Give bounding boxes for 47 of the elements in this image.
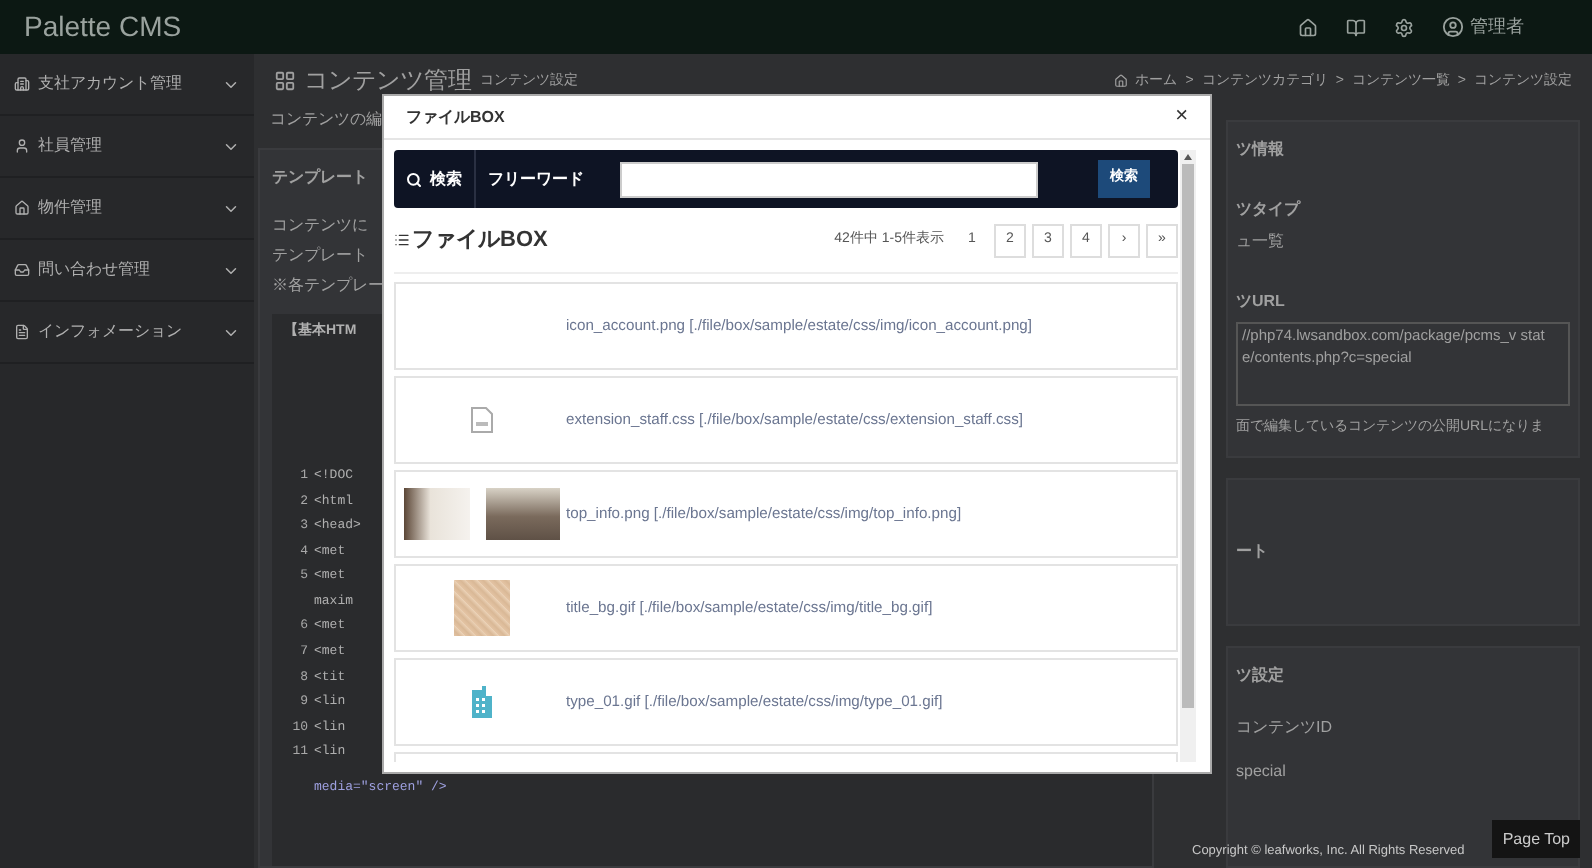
user-icon[interactable] — [1442, 16, 1464, 38]
list-icon — [394, 232, 410, 248]
page-top-button[interactable]: Page Top — [1492, 820, 1580, 858]
description-text: コンテンツに — [272, 214, 368, 238]
sidebar-icon — [14, 76, 30, 92]
close-button[interactable]: × — [1175, 106, 1188, 128]
grid-icon — [274, 70, 296, 92]
user-name[interactable]: 管理者 — [1470, 13, 1524, 41]
sidebar-item[interactable]: 社員管理 — [0, 116, 254, 178]
panel-title: テンプレート — [272, 166, 368, 190]
list-title: ファイルBOX — [412, 225, 548, 256]
building-icon — [471, 686, 491, 718]
panel-title: ツ設定 — [1236, 663, 1284, 687]
scroll-up-arrow-icon[interactable] — [1184, 154, 1192, 160]
description-text: ※各テンプレー — [272, 274, 384, 298]
panel-title: ツ情報 — [1236, 138, 1284, 162]
dialog-title: ファイルBOX — [406, 105, 505, 129]
sidebar-icon — [14, 138, 30, 154]
page-title: コンテンツ管理 — [304, 66, 472, 96]
sidebar-item[interactable]: 物件管理 — [0, 178, 254, 240]
field-value: ュ一覧 — [1236, 230, 1284, 254]
texture-thumbnail — [453, 580, 509, 636]
panel-title: ート — [1236, 539, 1268, 563]
scrollbar-thumb[interactable] — [1182, 164, 1194, 708]
settings-icon[interactable] — [1394, 17, 1414, 37]
scrollbar[interactable] — [1180, 150, 1196, 762]
search-icon — [406, 171, 422, 187]
home-icon[interactable] — [1298, 17, 1318, 37]
search-label: 検索 — [430, 167, 462, 191]
sidebar-icon — [14, 324, 30, 340]
sidebar-item[interactable]: インフォメーション — [0, 302, 254, 364]
sidebar-icon — [14, 200, 30, 216]
book-icon[interactable] — [1346, 17, 1366, 37]
sidebar-icon — [14, 262, 30, 278]
home-icon — [1113, 74, 1128, 89]
description-text: テンプレート — [272, 244, 368, 268]
logo: Palette CMS — [24, 8, 182, 46]
keyword-input-field[interactable] — [620, 161, 1038, 197]
sidebar-item[interactable]: 支社アカウント管理 — [0, 54, 254, 116]
field-label: コンテンツID — [1236, 715, 1332, 739]
field-label: フリーワード — [488, 167, 584, 191]
field-label: ツURL — [1236, 290, 1285, 314]
field-value: special — [1236, 759, 1286, 783]
intro-text: コンテンツの編 — [270, 108, 382, 132]
field-label: ツタイプ — [1236, 198, 1300, 222]
css-file-icon — [469, 406, 493, 434]
sidebar-item[interactable]: 問い合わせ管理 — [0, 240, 254, 302]
